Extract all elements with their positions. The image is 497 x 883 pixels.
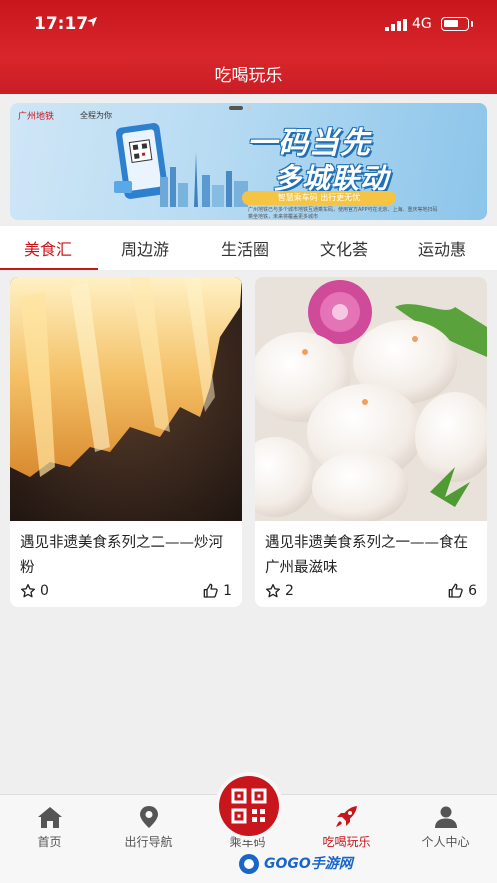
location-pin-icon: [140, 806, 158, 828]
card-stats: 2 6: [265, 583, 477, 603]
thumbs-up-icon: [203, 583, 218, 598]
banner-logo: 广州地铁: [18, 112, 55, 122]
article-card[interactable]: 遇见非遗美食系列之二——炒河粉 0 1: [10, 277, 242, 607]
like-button[interactable]: 6: [448, 583, 477, 599]
tabbar-label: 出行导航: [124, 835, 173, 849]
banner-dot: [247, 106, 251, 110]
tabbar-item-navigation[interactable]: 出行导航: [99, 795, 198, 855]
watermark-logo-icon: [239, 854, 259, 874]
star-icon: [21, 584, 35, 598]
banner-pagination: [229, 106, 251, 110]
banner-headline-1: 一码当先: [247, 126, 371, 161]
city-skyline-illustration: [160, 152, 248, 207]
card-image-har-gow: [255, 277, 487, 521]
status-time: 17:17: [34, 14, 89, 34]
battery-icon: [441, 17, 469, 31]
like-button[interactable]: 1: [203, 583, 232, 599]
banner-pill: 智慧乘车码 出行更无忧: [242, 191, 396, 205]
rocket-icon: [336, 806, 357, 827]
promo-banner[interactable]: 广州地铁 全程为你 一码当先 多城联动 智慧乘车码 出行更无忧 广州地铁已与多个…: [10, 103, 487, 220]
location-arrow-icon: [87, 17, 97, 27]
star-icon: [266, 584, 280, 598]
tabbar-item-food-fun[interactable]: 吃喝玩乐: [297, 795, 396, 855]
tabbar-label: 个人中心: [421, 835, 470, 849]
ride-code-button[interactable]: [219, 776, 279, 836]
banner-description: 广州地铁已与多个城市地铁互通乘车码，使用官方APP可在北京、上海、重庆等地扫码乘…: [248, 207, 438, 220]
tab-wenhuahui[interactable]: 文化荟: [320, 236, 368, 260]
qr-code-icon: [231, 788, 267, 824]
page-title: 吃喝玩乐: [214, 66, 283, 86]
thumbs-up-icon: [448, 583, 463, 598]
like-count: 6: [468, 583, 477, 599]
signal-icon: [385, 19, 407, 31]
tabbar-item-home[interactable]: 首页: [0, 795, 99, 855]
card-title: 遇见非遗美食系列之二——炒河粉: [20, 535, 223, 576]
card-stats: 0 1: [20, 583, 232, 603]
banner-slogan: 全程为你: [80, 111, 112, 120]
network-type: 4G: [412, 16, 432, 32]
tab-shenghuoquan[interactable]: 生活圈: [221, 236, 269, 260]
active-tab-indicator: [0, 268, 98, 270]
tab-meishihui[interactable]: 美食汇: [24, 236, 72, 260]
status-bar: 17:17 4G: [0, 0, 497, 50]
banner-dot-active: [229, 106, 243, 110]
like-count: 1: [223, 583, 232, 599]
watermark-text: GOGO手游网: [264, 856, 353, 872]
category-tabs: 美食汇 周边游 生活圈 文化荟 运动惠: [0, 226, 497, 270]
article-card[interactable]: 遇见非遗美食系列之一——食在广州最滋味 2 6: [255, 277, 487, 607]
person-icon: [435, 806, 457, 828]
tabbar-label: 吃喝玩乐: [322, 835, 371, 849]
home-icon: [38, 807, 62, 828]
app-header: 17:17 4G 吃喝玩乐: [0, 0, 497, 94]
tab-yundonghui[interactable]: 运动惠: [418, 236, 466, 260]
favorite-count: 0: [40, 583, 49, 599]
tabbar-label: 首页: [37, 835, 62, 849]
tabbar-item-profile[interactable]: 个人中心: [396, 795, 495, 855]
favorite-count: 2: [285, 583, 294, 599]
favorite-button[interactable]: 0: [20, 583, 49, 599]
watermark: GOGO手游网: [236, 852, 366, 876]
card-image-chaohefen: [10, 277, 242, 521]
tab-zhoubianyou[interactable]: 周边游: [121, 236, 169, 260]
card-title: 遇见非遗美食系列之一——食在广州最滋味: [265, 535, 468, 576]
favorite-button[interactable]: 2: [265, 583, 294, 599]
